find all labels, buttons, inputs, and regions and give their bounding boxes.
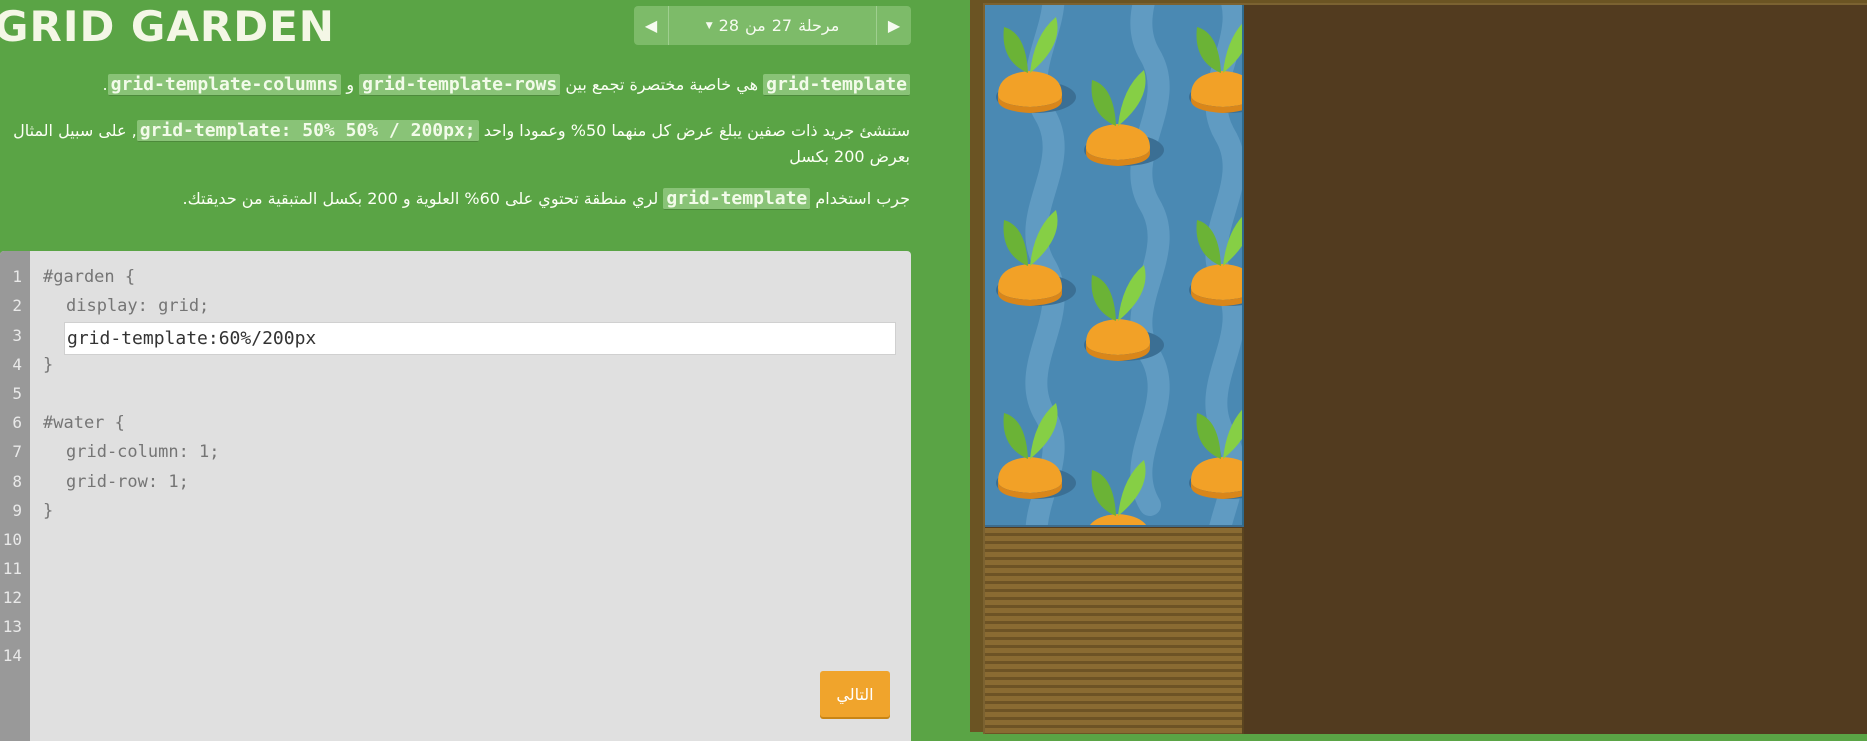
code-line: #garden {: [43, 267, 136, 287]
level-navigation: ◀ مرحلة 27 من 28 ▼ ▶: [634, 6, 911, 45]
line-number: 8: [12, 472, 22, 491]
line-number: 12: [2, 588, 22, 607]
line-number: 2: [12, 296, 22, 315]
garden: [983, 3, 1867, 734]
code-line: grid-row: 1;: [66, 472, 189, 492]
instruction-text: .: [102, 75, 108, 94]
code-line: display: grid;: [66, 296, 210, 316]
code-line: }: [43, 501, 54, 521]
instruction-paragraph-2: ستنشئ جريد ذات صفين يبلغ عرض كل منهما 50…: [0, 118, 910, 170]
line-number-gutter: 1 2 3 4 5 6 7 8 9 10 11 12 13 14: [0, 251, 30, 741]
instruction-text: هي خاصية مختصرة تجمع بين: [565, 75, 759, 94]
line-number: 10: [2, 530, 22, 549]
line-number: 9: [12, 501, 22, 520]
instruction-paragraph-3: جرب استخدام grid-template لري منطقة تحتو…: [0, 186, 910, 212]
next-button[interactable]: التالي: [820, 671, 890, 717]
line-number: 6: [12, 413, 22, 432]
code-snippet: grid-template: 50% 50% / 200px;: [136, 120, 479, 142]
instruction-text: بعرض 200 بكسل: [789, 147, 910, 166]
instruction-text: لري منطقة تحتوي على 60% العلوية و 200 بك…: [182, 189, 659, 208]
level-of: من: [745, 16, 766, 35]
line-number: 3: [12, 326, 22, 345]
css-code-input[interactable]: [64, 322, 896, 355]
instructions-panel: Grid Garden ◀ مرحلة 27 من 28 ▼ ▶ grid-te…: [0, 0, 970, 741]
css-editor: 1 2 3 4 5 6 7 8 9 10 11 12 13 14 #garden…: [0, 251, 911, 741]
code-snippet: grid-template: [663, 188, 811, 210]
instruction-text: ستنشئ جريد ذات صفين يبلغ عرض كل منهما 50…: [483, 121, 910, 140]
previous-level-button[interactable]: ◀: [634, 6, 669, 45]
app-title: Grid Garden: [0, 2, 335, 51]
level-label: مرحلة: [798, 16, 840, 35]
soil-tile: [985, 528, 1244, 734]
line-number: 13: [2, 617, 22, 636]
line-number: 1: [12, 267, 22, 286]
level-selector[interactable]: مرحلة 27 من 28 ▼: [669, 6, 876, 45]
water-tile: [996, 5, 1242, 525]
code-snippet: grid-template-rows: [359, 74, 561, 96]
instructions-text: grid-template هي خاصية مختصرة تجمع بين g…: [0, 72, 910, 228]
instruction-text: و: [346, 75, 355, 94]
water-area: [985, 5, 1244, 527]
triangle-right-icon: ▶: [887, 16, 901, 35]
next-level-button[interactable]: ▶: [876, 6, 911, 45]
code-snippet: grid-template-columns: [107, 74, 342, 96]
carrot-icon: [996, 17, 1076, 113]
level-total: 28: [718, 16, 739, 35]
line-number: 4: [12, 355, 22, 374]
level-current: 27: [771, 16, 793, 35]
line-number: 5: [12, 384, 22, 403]
triangle-left-icon: ◀: [644, 16, 658, 35]
caret-down-icon: ▼: [705, 20, 713, 31]
line-number: 7: [12, 442, 22, 461]
instruction-text: جرب استخدام: [815, 189, 910, 208]
code-line: grid-column: 1;: [66, 442, 220, 462]
instruction-paragraph-1: grid-template هي خاصية مختصرة تجمع بين g…: [0, 72, 910, 98]
code-line: #water {: [43, 413, 125, 433]
garden-panel: [970, 0, 1867, 734]
line-number: 11: [2, 559, 22, 578]
instruction-text: , على سبيل المثال: [13, 121, 137, 140]
code-line: }: [43, 355, 54, 375]
line-number: 14: [2, 646, 22, 665]
code-snippet: grid-template: [763, 74, 910, 96]
